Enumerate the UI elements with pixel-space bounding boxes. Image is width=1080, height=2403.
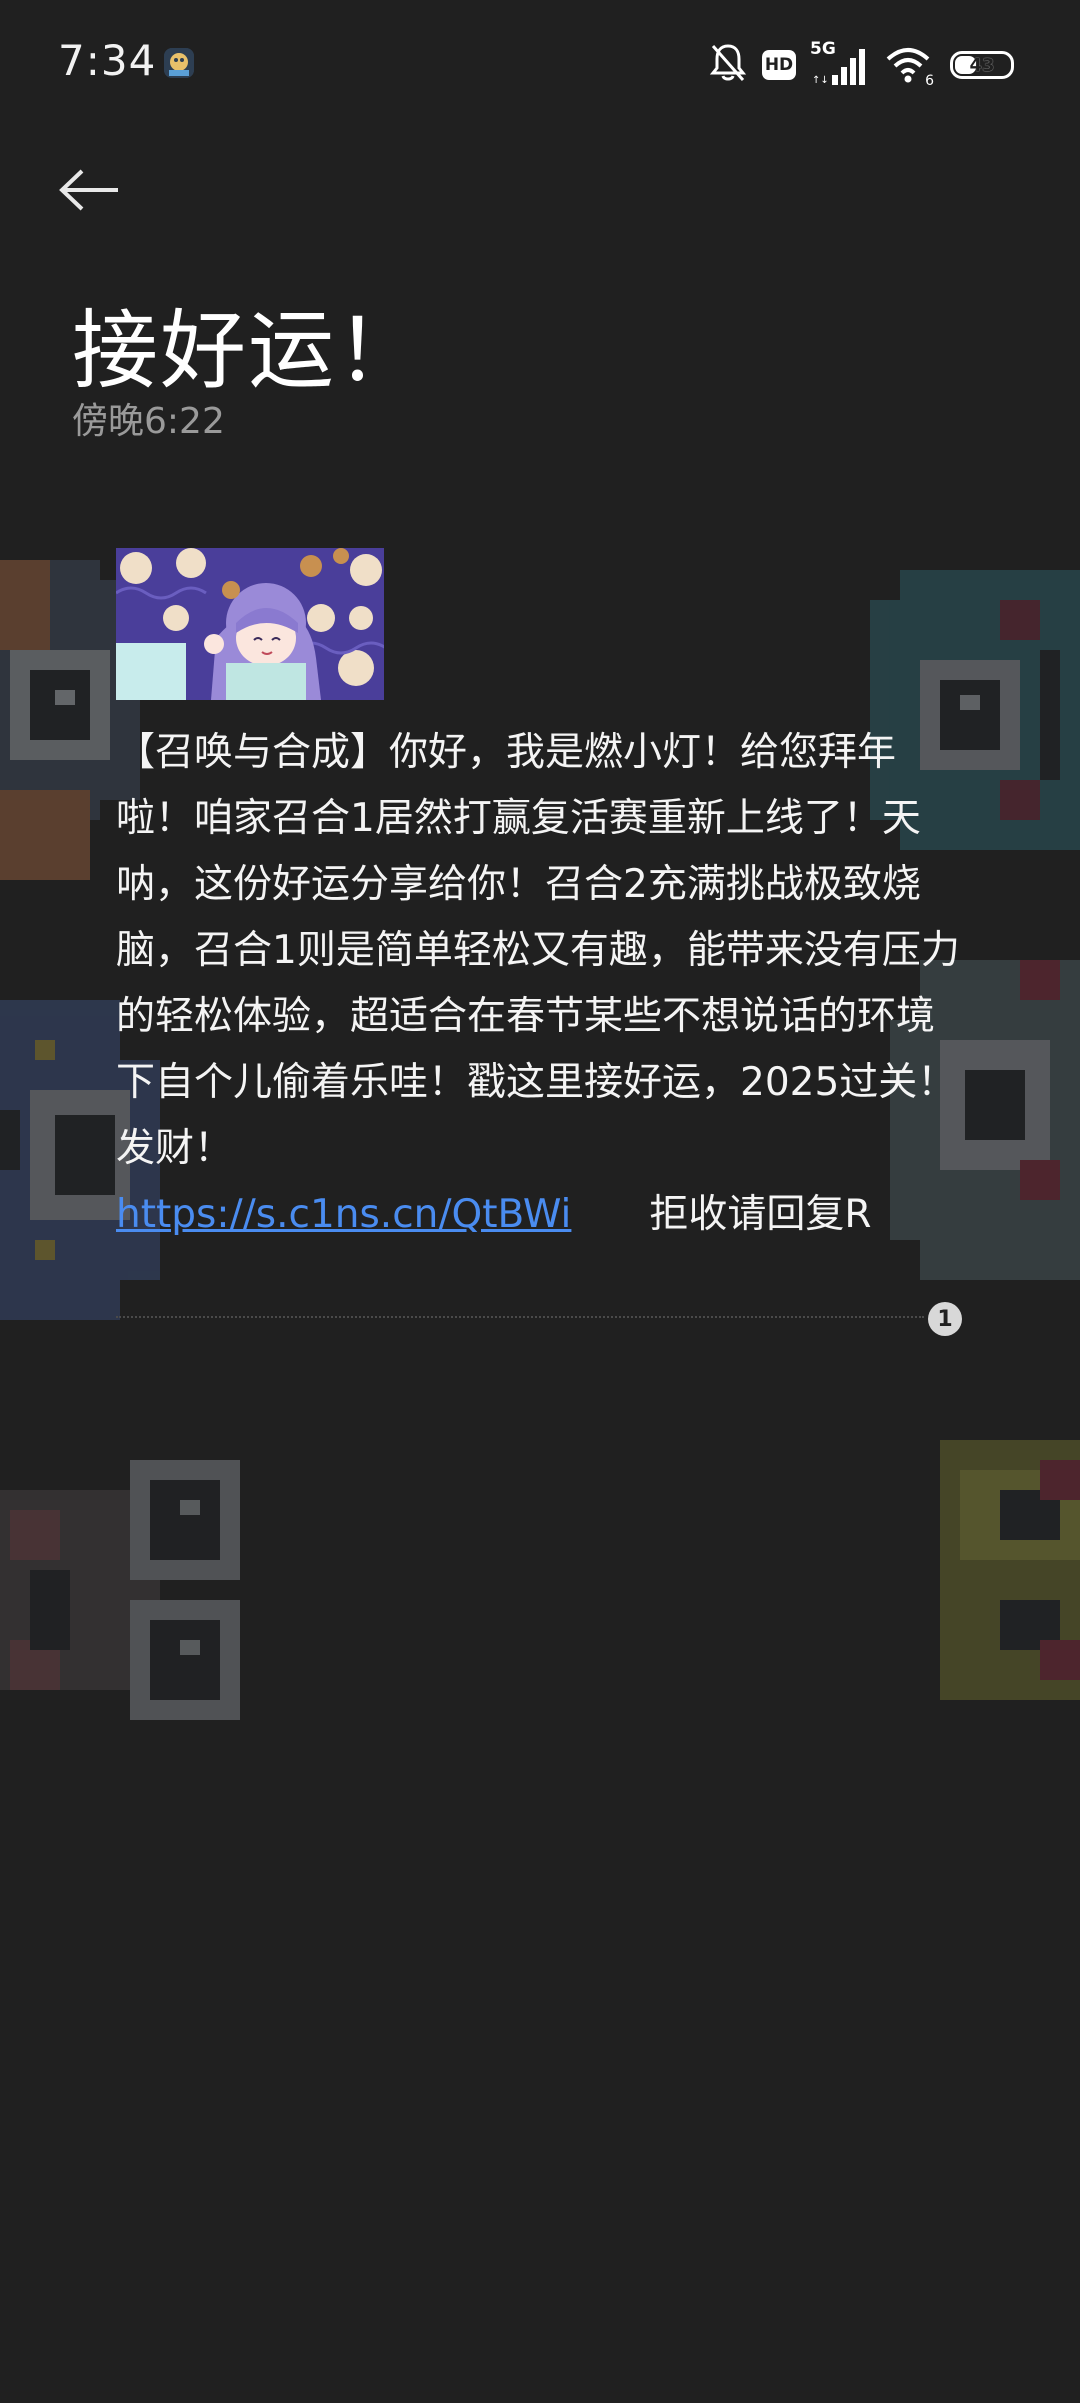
message-timestamp: 傍晚6:22 — [72, 401, 225, 442]
battery-percent: 43 — [969, 54, 995, 76]
sms-detail-screen: 7:34 HD 5G ↑↓ 6 43 接好运！ 傍晚6:22 【召唤与合成】你好… — [0, 0, 1080, 2403]
message-link[interactable]: https://s.c1ns.cn/QtBWi — [116, 1192, 571, 1237]
status-bar: 7:34 HD 5G ↑↓ 6 43 — [0, 0, 1080, 130]
wifi-icon: 6 — [884, 43, 936, 89]
unsubscribe-text: 拒收请回复R — [649, 1192, 872, 1237]
message-image[interactable] — [116, 548, 384, 700]
message-body-text: 【召唤与合成】你好，我是燃小灯！给您拜年啦！咱家召合1居然打赢复活赛重新上线了！… — [116, 730, 960, 1171]
status-icons: HD 5G ↑↓ 6 43 — [708, 39, 1014, 90]
message-body: 【召唤与合成】你好，我是燃小灯！给您拜年啦！咱家召合1居然打赢复活赛重新上线了！… — [116, 720, 966, 1248]
svg-text:↑↓: ↑↓ — [812, 75, 829, 86]
back-button[interactable] — [50, 150, 130, 230]
cellular-signal-icon: 5G ↑↓ — [810, 39, 870, 87]
arrow-left-icon — [59, 169, 118, 211]
sms-message[interactable]: 【召唤与合成】你好，我是燃小灯！给您拜年啦！咱家召合1居然打赢复活赛重新上线了！… — [116, 548, 966, 1248]
notification-app-icon — [164, 48, 194, 78]
conversation-header: 接好运！ 傍晚6:22 — [0, 130, 1080, 480]
mute-bell-icon — [708, 42, 748, 88]
message-divider — [116, 1316, 924, 1318]
battery-indicator: 43 — [950, 51, 1014, 79]
sim-slot-badge: 1 — [928, 1302, 962, 1336]
page-title: 接好运！ — [72, 301, 424, 401]
hd-voice-badge: HD — [762, 50, 796, 80]
status-time: 7:34 — [58, 36, 157, 85]
wifi-generation-label: 6 — [925, 73, 934, 89]
